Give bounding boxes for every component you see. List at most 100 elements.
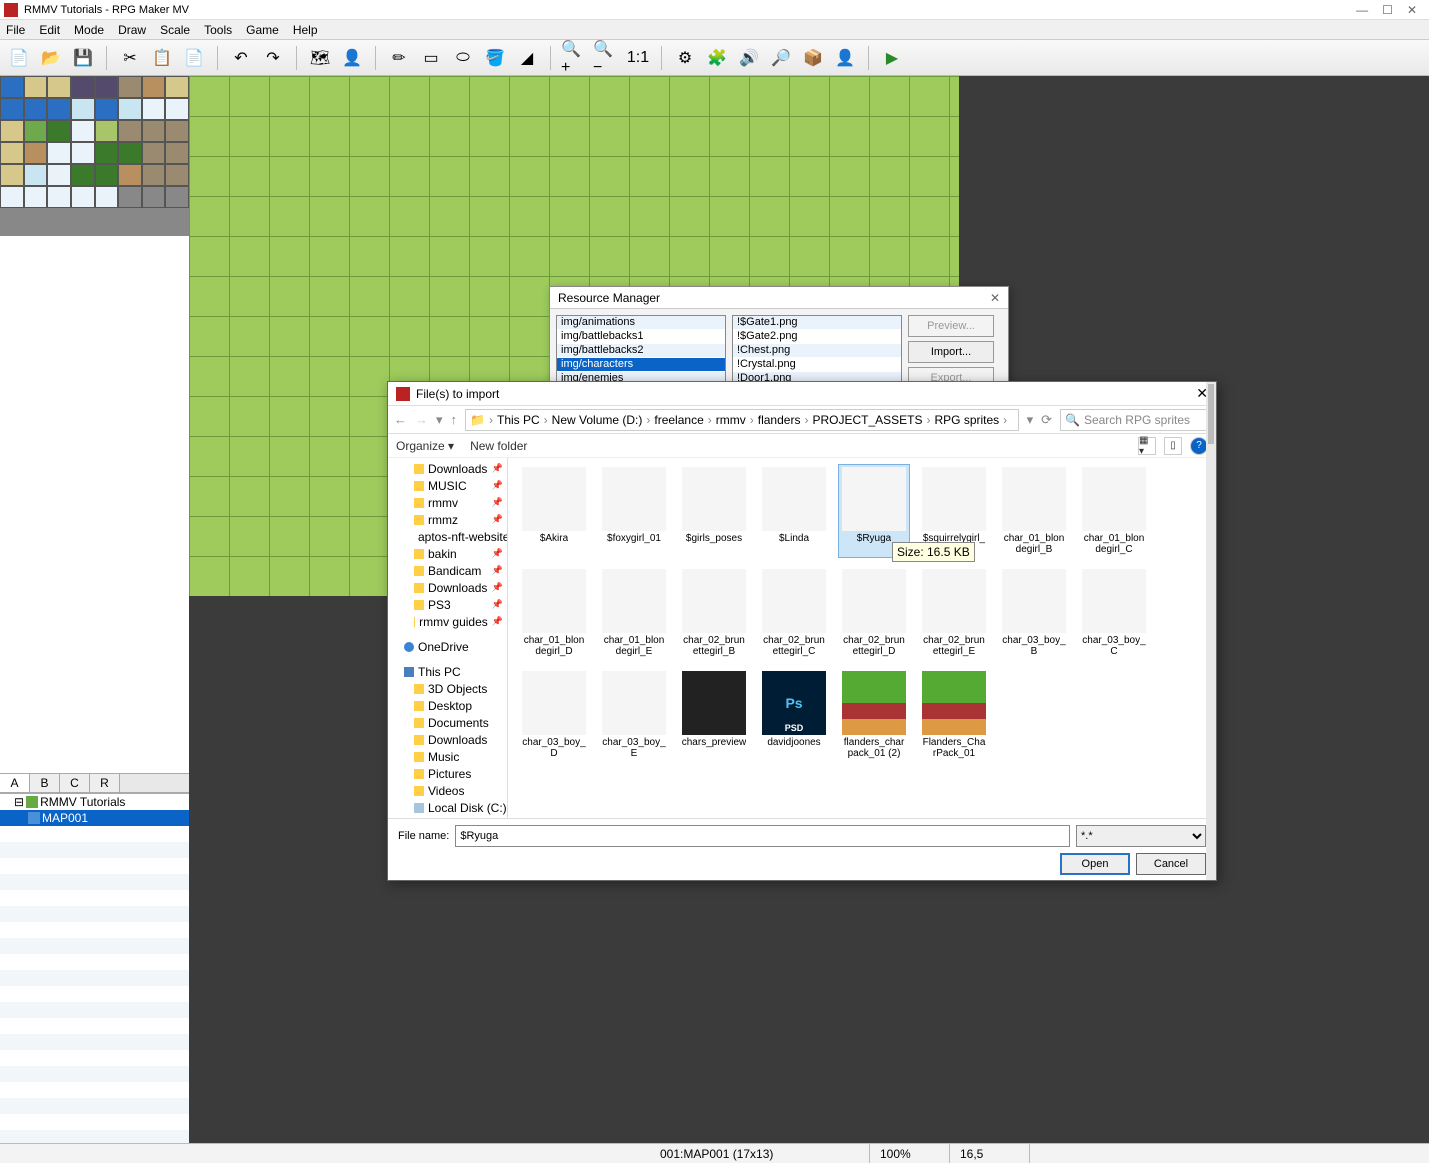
paste-button[interactable]: 📄: [181, 45, 207, 71]
sidebar-item[interactable]: Videos: [388, 782, 507, 799]
file-item[interactable]: char_03_boy_D: [518, 668, 590, 762]
file-item[interactable]: !$Gate2.png: [733, 330, 901, 344]
file-item[interactable]: Flanders_CharPack_01: [918, 668, 990, 762]
file-item[interactable]: $foxygirl_01: [598, 464, 670, 558]
file-item[interactable]: char_02_brunettegirl_B: [678, 566, 750, 660]
copy-button[interactable]: 📋: [149, 45, 175, 71]
menu-tools[interactable]: Tools: [204, 23, 232, 37]
sidebar-item[interactable]: bakin📌: [388, 545, 507, 562]
file-item[interactable]: char_01_blondegirl_C: [1078, 464, 1150, 558]
breadcrumb-item[interactable]: RPG sprites: [934, 413, 999, 427]
map-canvas[interactable]: Resource Manager ✕ img/animationsimg/bat…: [189, 76, 1429, 1143]
cut-button[interactable]: ✂: [117, 45, 143, 71]
sidebar-item[interactable]: Music: [388, 748, 507, 765]
zoom-actual-button[interactable]: 1:1: [625, 45, 651, 71]
sidebar-item[interactable]: Downloads📌: [388, 579, 507, 596]
close-button[interactable]: ✕: [1407, 3, 1417, 17]
file-item[interactable]: char_03_boy_B: [998, 566, 1070, 660]
sidebar-item[interactable]: aptos-nft-website📌: [388, 528, 507, 545]
folder-item[interactable]: img/battlebacks1: [557, 330, 725, 344]
minimize-button[interactable]: —: [1356, 3, 1368, 17]
organize-menu[interactable]: Organize ▾: [396, 439, 454, 453]
zoom-out-button[interactable]: 🔍−: [593, 45, 619, 71]
file-item[interactable]: $Akira: [518, 464, 590, 558]
zoom-in-button[interactable]: 🔍+: [561, 45, 587, 71]
file-sidebar[interactable]: Downloads📌MUSIC📌rmmv📌rmmz📌aptos-nft-webs…: [388, 458, 508, 818]
event-mode-button[interactable]: 👤: [339, 45, 365, 71]
breadcrumb-item[interactable]: This PC: [497, 413, 540, 427]
sidebar-item[interactable]: This PC: [388, 663, 507, 680]
refresh-button[interactable]: ⟳: [1041, 412, 1052, 428]
menu-edit[interactable]: Edit: [39, 23, 60, 37]
pencil-button[interactable]: ✏: [386, 45, 412, 71]
folder-item[interactable]: img/characters: [557, 358, 725, 372]
sidebar-item[interactable]: Pictures: [388, 765, 507, 782]
sidebar-item[interactable]: PS3📌: [388, 596, 507, 613]
file-item[interactable]: PsPSDdavidjoones: [758, 668, 830, 762]
tab-b[interactable]: B: [30, 774, 60, 792]
breadcrumb-item[interactable]: flanders: [758, 413, 801, 427]
redo-button[interactable]: ↷: [260, 45, 286, 71]
file-item[interactable]: $girls_poses: [678, 464, 750, 558]
file-item[interactable]: char_01_blondegirl_B: [998, 464, 1070, 558]
sidebar-item[interactable]: rmmv guides📌: [388, 613, 507, 630]
open-button[interactable]: 📂: [38, 45, 64, 71]
resource-manager-button[interactable]: 📦: [800, 45, 826, 71]
filter-select[interactable]: *.*: [1076, 825, 1206, 847]
sidebar-item[interactable]: Bandicam📌: [388, 562, 507, 579]
up-button[interactable]: ↑: [451, 412, 458, 427]
file-item[interactable]: chars_preview: [678, 668, 750, 762]
search-input[interactable]: 🔍Search RPG sprites: [1060, 409, 1210, 431]
map-tree[interactable]: ⊟ RMMV Tutorials MAP001: [0, 793, 189, 1143]
plugin-button[interactable]: 🧩: [704, 45, 730, 71]
map-node[interactable]: MAP001: [0, 810, 189, 826]
undo-button[interactable]: ↶: [228, 45, 254, 71]
breadcrumb-item[interactable]: rmmv: [716, 413, 746, 427]
cancel-button[interactable]: Cancel: [1136, 853, 1206, 875]
menu-scale[interactable]: Scale: [160, 23, 190, 37]
sidebar-item[interactable]: 3D Objects: [388, 680, 507, 697]
event-search-button[interactable]: 🔎: [768, 45, 794, 71]
breadcrumb-item[interactable]: PROJECT_ASSETS: [812, 413, 922, 427]
preview-pane-button[interactable]: ▯: [1164, 437, 1182, 455]
new-folder-button[interactable]: New folder: [470, 439, 527, 453]
tab-a[interactable]: A: [0, 774, 30, 792]
sidebar-item[interactable]: OneDrive: [388, 638, 507, 655]
breadcrumb-item[interactable]: New Volume (D:): [552, 413, 643, 427]
menu-draw[interactable]: Draw: [118, 23, 146, 37]
sidebar-item[interactable]: Downloads📌: [388, 460, 507, 477]
view-button[interactable]: ▦ ▾: [1138, 437, 1156, 455]
breadcrumb-dropdown[interactable]: ▾: [1027, 412, 1034, 428]
menu-help[interactable]: Help: [293, 23, 318, 37]
sidebar-item[interactable]: Documents: [388, 714, 507, 731]
sound-button[interactable]: 🔊: [736, 45, 762, 71]
new-button[interactable]: 📄: [6, 45, 32, 71]
sidebar-item[interactable]: Downloads: [388, 731, 507, 748]
file-item[interactable]: flanders_charpack_01 (2): [838, 668, 910, 762]
close-icon[interactable]: ✕: [990, 291, 1000, 305]
folder-item[interactable]: img/animations: [557, 316, 725, 330]
file-item[interactable]: $Linda: [758, 464, 830, 558]
file-item[interactable]: char_02_brunettegirl_E: [918, 566, 990, 660]
file-item[interactable]: char_02_brunettegirl_D: [838, 566, 910, 660]
menu-mode[interactable]: Mode: [74, 23, 104, 37]
fill-button[interactable]: 🪣: [482, 45, 508, 71]
folder-item[interactable]: img/battlebacks2: [557, 344, 725, 358]
back-button[interactable]: ←: [394, 412, 407, 427]
import-button[interactable]: Import...: [908, 341, 994, 363]
save-button[interactable]: 💾: [70, 45, 96, 71]
character-generator-button[interactable]: 👤: [832, 45, 858, 71]
filename-input[interactable]: [455, 825, 1070, 847]
preview-button[interactable]: Preview...: [908, 315, 994, 337]
tile-palette[interactable]: [0, 76, 189, 236]
map-mode-button[interactable]: 🗺: [307, 45, 333, 71]
sidebar-item[interactable]: rmmv📌: [388, 494, 507, 511]
maximize-button[interactable]: ☐: [1382, 3, 1393, 17]
project-node[interactable]: ⊟ RMMV Tutorials: [0, 794, 189, 810]
tab-c[interactable]: C: [60, 774, 90, 792]
file-item[interactable]: char_01_blondegirl_E: [598, 566, 670, 660]
breadcrumb[interactable]: 📁 ›This PC›New Volume (D:)›freelance›rmm…: [465, 409, 1019, 431]
database-button[interactable]: ⚙: [672, 45, 698, 71]
sidebar-item[interactable]: Desktop: [388, 697, 507, 714]
file-item[interactable]: char_01_blondegirl_D: [518, 566, 590, 660]
